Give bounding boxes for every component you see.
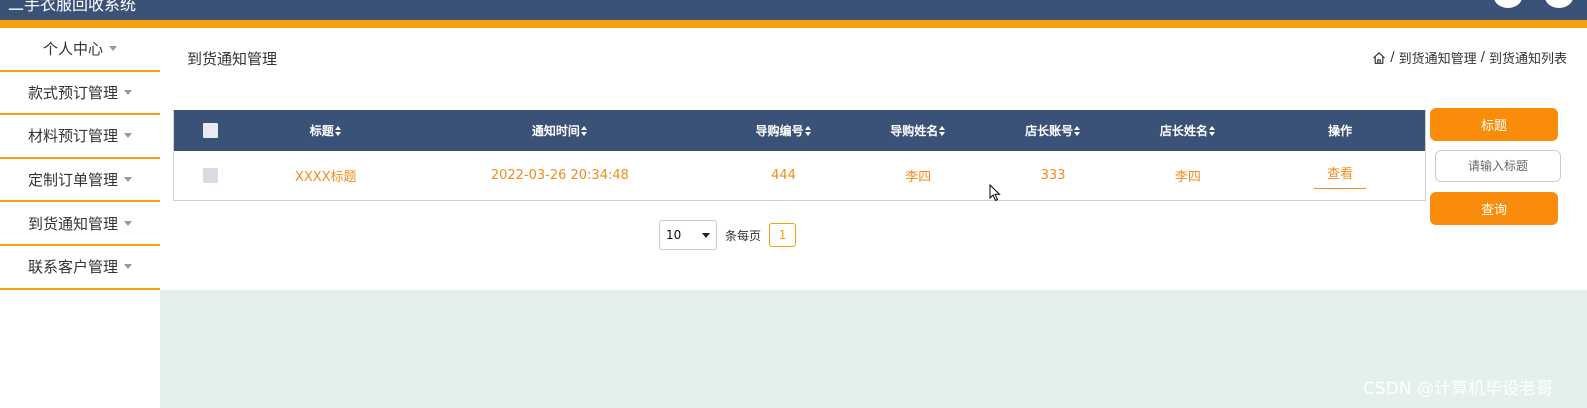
cell-guide-no: 444	[771, 168, 796, 183]
breadcrumb: / 到货通知管理 / 到货通知列表	[1372, 48, 1567, 67]
caret-down-icon	[124, 220, 132, 226]
home-icon[interactable]	[1372, 51, 1386, 65]
column-header-manager-account[interactable]: 店长账号	[986, 110, 1121, 151]
sidebar-item-arrival-notice[interactable]: 到货通知管理	[0, 202, 160, 246]
header-cell-select	[174, 110, 248, 151]
row-checkbox[interactable]	[203, 168, 219, 183]
caret-down-icon	[109, 46, 117, 52]
sidebar-item-custom-orders[interactable]: 定制订单管理	[0, 159, 160, 203]
select-all-checkbox[interactable]	[203, 123, 219, 138]
mouse-cursor-icon	[989, 184, 1001, 202]
top-header: 二手衣服回收系统	[0, 0, 1587, 20]
page-title: 到货通知管理	[187, 50, 278, 68]
column-header-time[interactable]: 通知时间	[404, 110, 717, 151]
per-page-label: 条每页	[725, 228, 762, 243]
settings-avatar[interactable]	[1545, 0, 1573, 8]
sidebar-item-label: 个人中心	[42, 40, 103, 59]
cell-guide-name: 李四	[905, 170, 932, 185]
sort-icon[interactable]	[334, 125, 342, 136]
sidebar-item-style-booking[interactable]: 款式预订管理	[0, 72, 160, 116]
data-table: 标题 通知时间 导购编号 导购姓名 店长账号 店长姓名 操作 XXXX标题 20…	[173, 110, 1426, 201]
sidebar-item-label: 定制订单管理	[27, 171, 118, 190]
cell-manager-name: 李四	[1174, 170, 1201, 185]
table-header: 标题 通知时间 导购编号 导购姓名 店长账号 店长姓名 操作	[174, 110, 1425, 151]
page-size-select[interactable]: 10	[659, 220, 717, 250]
user-avatar[interactable]	[1494, 0, 1522, 8]
column-header-title[interactable]: 标题	[248, 110, 404, 151]
sort-icon[interactable]	[1074, 125, 1081, 136]
cell-time: 2022-03-26 20:34:48	[490, 168, 629, 183]
sidebar-item-label: 联系客户管理	[27, 258, 118, 277]
breadcrumb-item-arrival-notice[interactable]: 到货通知管理	[1399, 48, 1477, 67]
sidebar-item-label: 材料预订管理	[27, 127, 118, 146]
column-header-manager-name[interactable]: 店长姓名	[1120, 110, 1255, 151]
sort-icon[interactable]	[580, 125, 588, 136]
caret-down-icon	[124, 133, 132, 139]
breadcrumb-separator: /	[1390, 50, 1395, 65]
search-panel: 标题 查询	[1430, 108, 1561, 225]
sidebar-item-label: 款式预订管理	[27, 83, 118, 102]
sidebar: 个人中心 款式预订管理 材料预订管理 定制订单管理 到货通知管理 联系客户管理	[0, 28, 160, 408]
sort-icon[interactable]	[1208, 125, 1216, 136]
search-field-label-button[interactable]: 标题	[1430, 108, 1558, 141]
cell-title: XXXX标题	[294, 170, 357, 185]
pagination: 10 条每页 1	[659, 220, 797, 250]
row-cell-select	[174, 151, 248, 200]
sort-icon[interactable]	[804, 125, 812, 136]
breadcrumb-separator: /	[1480, 50, 1485, 65]
chevron-down-icon	[702, 232, 710, 238]
page-number-button[interactable]: 1	[769, 223, 797, 247]
column-header-actions: 操作	[1328, 124, 1353, 138]
caret-down-icon	[124, 177, 132, 183]
main-content: 到货通知管理 / 到货通知管理 / 到货通知列表 标题 通知时间 导购编号 导购…	[160, 28, 1587, 290]
column-header-guide-no[interactable]: 导购编号	[716, 110, 851, 151]
breadcrumb-item-list: 到货通知列表	[1488, 52, 1567, 67]
search-title-input[interactable]	[1435, 150, 1561, 182]
query-button[interactable]: 查询	[1430, 192, 1558, 225]
caret-down-icon	[124, 89, 132, 95]
sidebar-item-label: 到货通知管理	[27, 214, 118, 233]
view-button[interactable]: 查看	[1314, 163, 1367, 189]
sidebar-item-personal-center[interactable]: 个人中心	[0, 28, 160, 72]
cell-manager-account: 333	[1040, 168, 1066, 183]
sort-icon[interactable]	[939, 125, 946, 136]
caret-down-icon	[124, 264, 132, 270]
app-title: 二手衣服回收系统	[8, 0, 137, 14]
table-row: XXXX标题 2022-03-26 20:34:48 444 李四 333 李四…	[174, 151, 1425, 200]
sidebar-item-contact-customers[interactable]: 联系客户管理	[0, 246, 160, 290]
column-header-guide-name[interactable]: 导购姓名	[851, 110, 986, 151]
watermark: CSDN @计算机毕设老哥	[1363, 379, 1553, 399]
accent-bar	[0, 20, 1587, 28]
cell-actions: 查看	[1255, 151, 1425, 200]
sidebar-item-material-booking[interactable]: 材料预订管理	[0, 115, 160, 159]
